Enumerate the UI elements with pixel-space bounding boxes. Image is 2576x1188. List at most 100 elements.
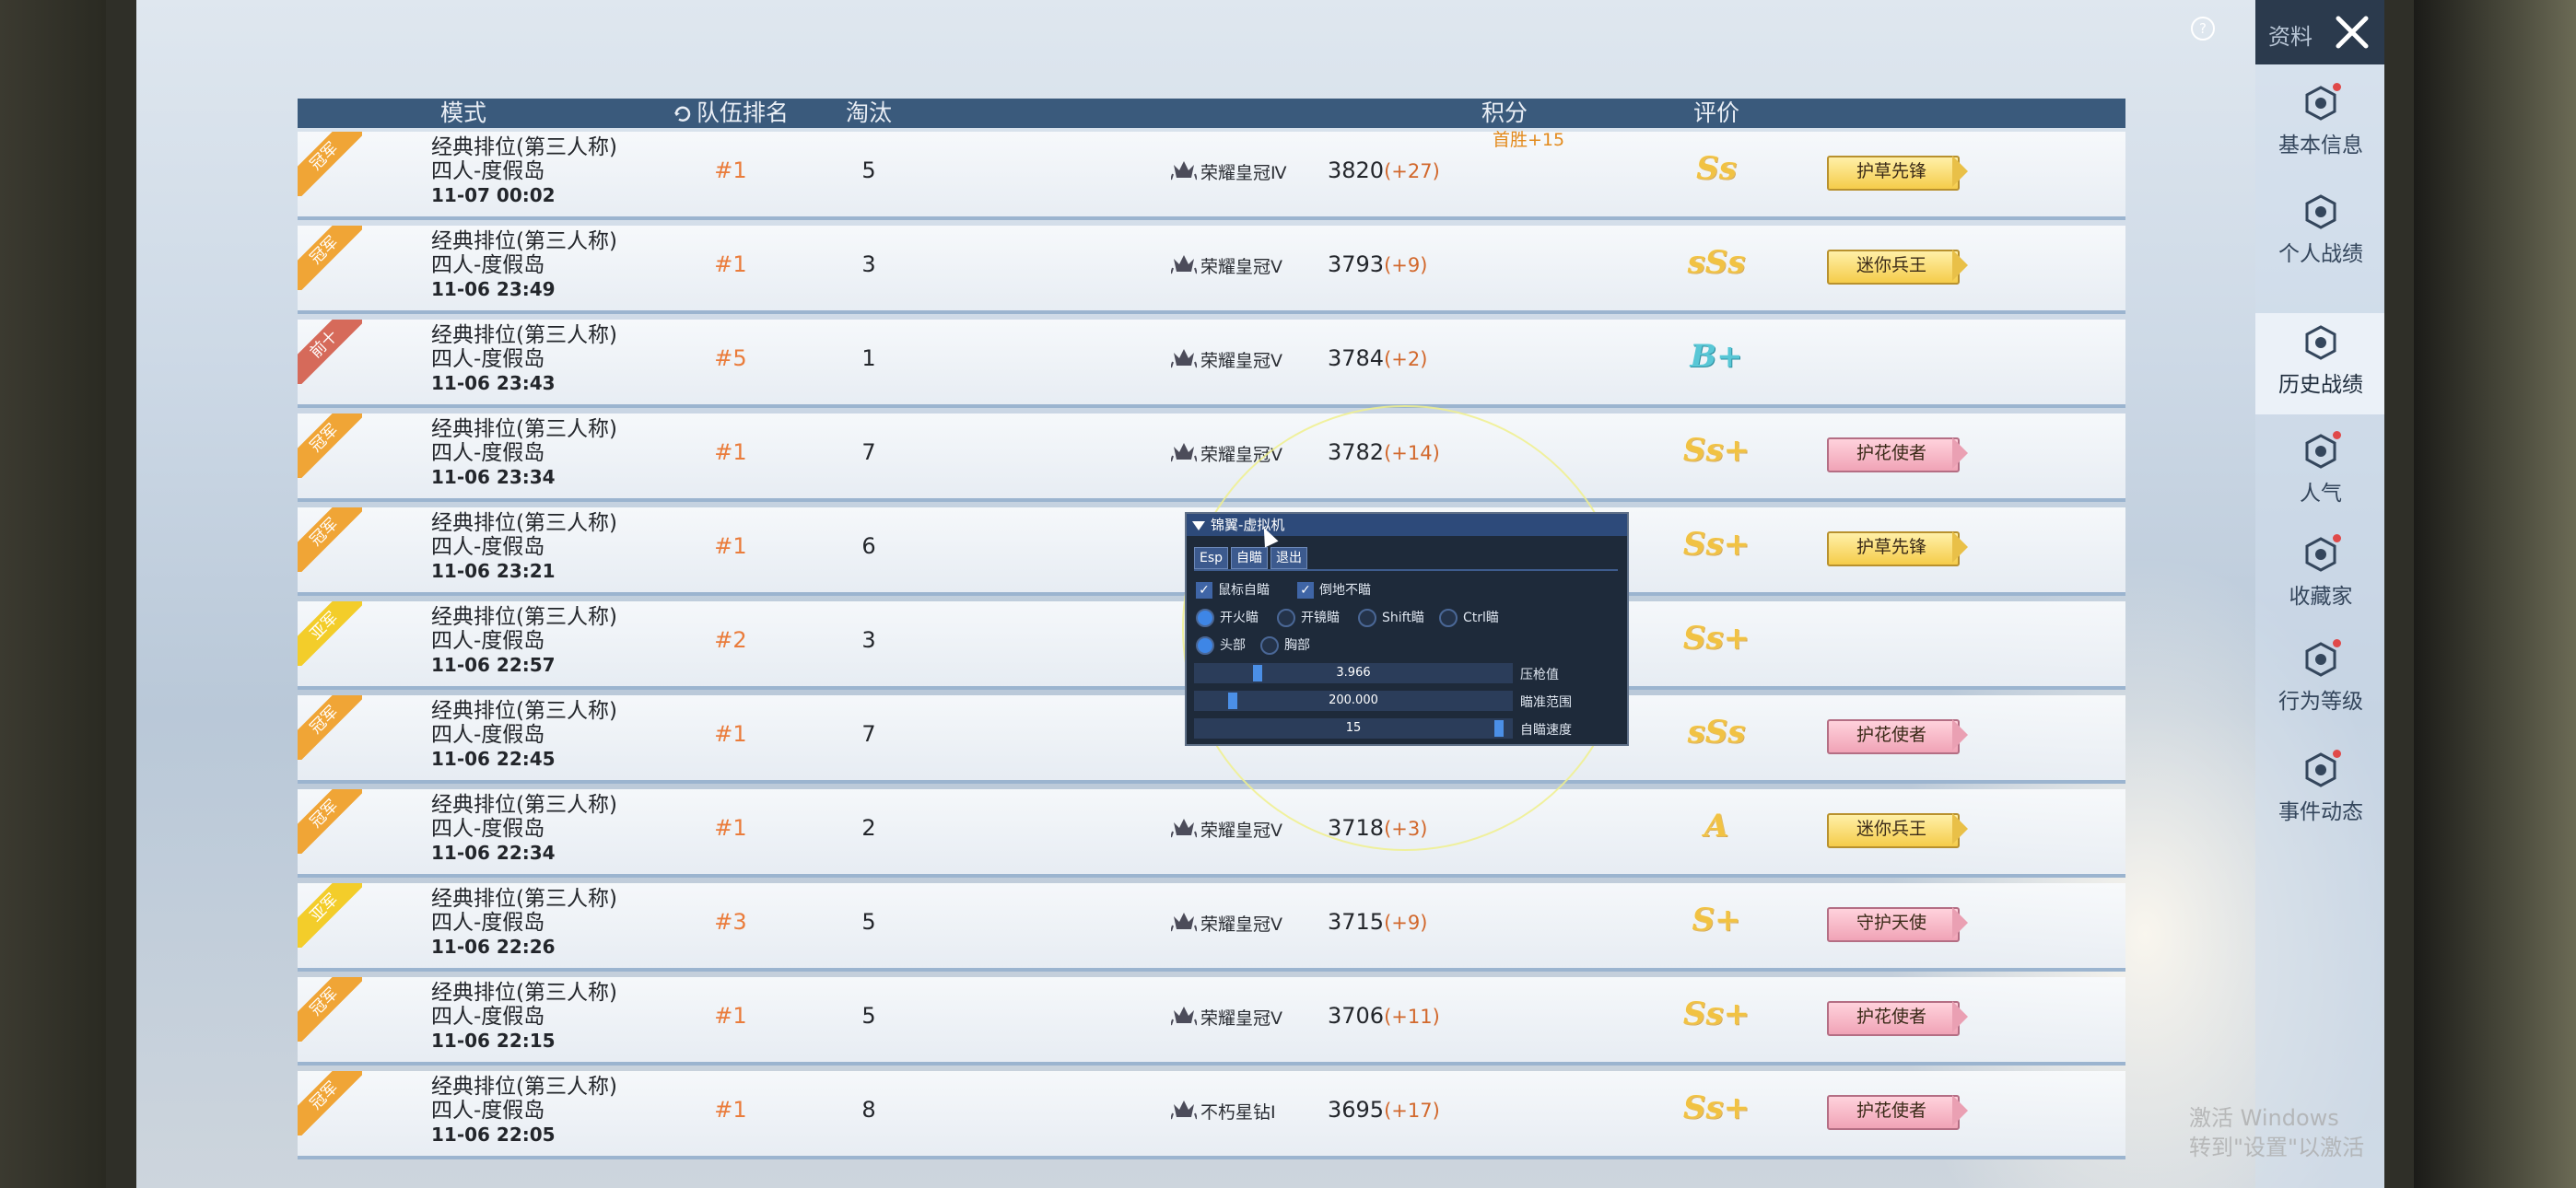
team-rank: #1 — [714, 815, 747, 841]
slider-label: 瞄准范围 — [1520, 695, 1572, 710]
match-mode: 经典排位(第三人称) 四人-度假岛 11-06 22:34 — [431, 793, 617, 865]
badge-label: 护花使者 — [1856, 1101, 1926, 1121]
sidebar-item[interactable]: 历史战绩 — [2255, 313, 2384, 414]
radio-fire-aim[interactable]: 开火瞄 — [1196, 608, 1259, 627]
help-icon[interactable]: ? — [2191, 17, 2215, 41]
notification-dot — [2333, 534, 2341, 542]
match-date: 11-06 23:21 — [431, 560, 556, 582]
table-row[interactable]: 冠军 经典排位(第三人称) 四人-度假岛 11-06 22:05 #1 8 不朽星钻Ⅰ 369… — [298, 1071, 2125, 1159]
team-rank: #1 — [714, 251, 747, 277]
placement-ribbon-label: 冠军 — [298, 1071, 362, 1136]
collapse-triangle-icon[interactable] — [1192, 520, 1205, 530]
table-row[interactable]: 冠军 经典排位(第三人称) 四人-度假岛 11-06 23:49 #1 3 荣耀皇冠Ⅴ 379… — [298, 226, 2125, 314]
checkbox-mouse-aim[interactable]: ✓ 鼠标自瞄 — [1196, 580, 1270, 599]
table-row[interactable]: 冠军 经典排位(第三人称) 四人-度假岛 11-06 22:34 #1 2 荣耀皇冠Ⅴ 371… — [298, 789, 2125, 878]
map-name: 四人-度假岛 — [431, 1099, 545, 1123]
notification-dot — [2333, 431, 2341, 439]
team-rank: #1 — [714, 721, 747, 747]
checkbox-no-downed[interactable]: ✓ 倒地不瞄 — [1297, 580, 1371, 599]
refresh-icon[interactable] — [673, 104, 693, 124]
team-rank: #1 — [714, 439, 747, 465]
tab-esp[interactable]: Esp — [1194, 547, 1229, 569]
kills-count: 5 — [861, 1003, 876, 1029]
mode-name: 经典排位(第三人称) — [431, 793, 617, 817]
score-value: 3715 — [1328, 909, 1385, 935]
honor-badge[interactable]: 护花使者 — [1827, 1001, 1968, 1036]
radio-ctrl-aim[interactable]: Ctrl瞄 — [1439, 608, 1499, 627]
close-icon[interactable] — [2329, 9, 2375, 55]
honor-badge[interactable]: 迷你兵王 — [1827, 250, 1968, 285]
match-date: 11-06 23:49 — [431, 278, 556, 300]
score-value: 3782 — [1328, 439, 1385, 465]
match-date: 11-07 00:02 — [431, 184, 556, 206]
radio-chest-label: 胸部 — [1284, 638, 1310, 653]
popularity-icon — [2302, 431, 2341, 470]
placement-ribbon-label: 冠军 — [298, 132, 362, 196]
overlay-slider[interactable]: 15 — [1194, 718, 1513, 739]
radio-dot — [1260, 636, 1279, 655]
tier-crown-icon — [1171, 161, 1197, 181]
map-name: 四人-度假岛 — [431, 911, 545, 935]
sidebar-item[interactable]: 事件动态 — [2255, 740, 2384, 842]
tab-aim[interactable]: 自瞄 — [1231, 547, 1269, 569]
match-date: 11-06 22:34 — [431, 842, 556, 864]
placement-ribbon-label: 冠军 — [298, 977, 362, 1042]
column-grade: 评价 — [1692, 99, 1739, 126]
collector-icon — [2302, 534, 2341, 573]
column-team-rank[interactable]: 队伍排名 — [638, 99, 823, 128]
radio-dot — [1277, 609, 1295, 627]
mode-name: 经典排位(第三人称) — [431, 887, 617, 911]
radio-scope-aim[interactable]: 开镜瞄 — [1277, 608, 1340, 627]
radio-head[interactable]: 头部 — [1196, 635, 1246, 655]
honor-badge[interactable]: 护草先锋 — [1827, 531, 1968, 566]
score-value: 3820 — [1328, 157, 1385, 183]
sidebar-item[interactable]: 收藏家 — [2255, 525, 2384, 626]
map-name: 四人-度假岛 — [431, 347, 545, 371]
score-value: 3718 — [1328, 815, 1385, 841]
watermark-line-2: 转到"设置"以激活 — [2189, 1135, 2365, 1160]
radio-dot — [1196, 609, 1214, 627]
map-name: 四人-度假岛 — [431, 1005, 545, 1029]
sidebar-item[interactable]: 基本信息 — [2255, 74, 2384, 175]
tier-crown-icon — [1171, 255, 1197, 274]
sidebar-item[interactable]: 行为等级 — [2255, 630, 2384, 731]
tab-exit[interactable]: 退出 — [1270, 547, 1308, 569]
map-name: 四人-度假岛 — [431, 159, 545, 183]
top-bar: 资料 — [2255, 0, 2384, 64]
overlay-slider[interactable]: 3.966 — [1194, 663, 1513, 683]
hexagon-profile-icon — [2302, 83, 2341, 122]
sidebar: 基本信息个人战绩历史战绩 人气 收藏家 行为等级事件动态 — [2255, 64, 2384, 1188]
placement-ribbon: 冠军 — [298, 413, 362, 478]
sidebar-item[interactable]: 个人战绩 — [2255, 182, 2384, 284]
sidebar-item-label: 基本信息 — [2278, 134, 2363, 157]
table-row[interactable]: 冠军 经典排位(第三人称) 四人-度假岛 11-06 23:34 #1 7 荣耀皇冠Ⅴ 378… — [298, 413, 2125, 502]
sidebar-item-label: 事件动态 — [2278, 800, 2363, 824]
tier-crown-icon — [1171, 1007, 1197, 1026]
honor-badge[interactable]: 护草先锋 — [1827, 156, 1968, 191]
tier-name: 荣耀皇冠Ⅴ — [1200, 914, 1282, 935]
honor-badge[interactable]: 护花使者 — [1827, 719, 1968, 754]
team-rank: #5 — [714, 345, 747, 371]
honor-badge[interactable]: 护花使者 — [1827, 437, 1968, 472]
radio-shift-aim[interactable]: Shift瞄 — [1358, 608, 1424, 627]
honor-badge[interactable]: 守护天使 — [1827, 907, 1968, 942]
table-row[interactable]: 冠军 经典排位(第三人称) 四人-度假岛 11-07 00:02 #1 5 荣耀皇冠Ⅳ 382… — [298, 130, 2125, 220]
placement-ribbon-label: 亚军 — [298, 601, 362, 666]
overlay-slider[interactable]: 200.000 — [1194, 691, 1513, 711]
badge-label: 护草先锋 — [1856, 161, 1926, 181]
map-name: 四人-度假岛 — [431, 253, 545, 277]
honor-badge[interactable]: 护花使者 — [1827, 1095, 1968, 1130]
table-row[interactable]: 前十 经典排位(第三人称) 四人-度假岛 11-06 23:43 #5 1 荣耀皇冠Ⅴ 378… — [298, 320, 2125, 408]
checkmark-icon: ✓ — [1297, 582, 1314, 599]
overlay-title-bar[interactable]: 锦翼-虚拟机 — [1187, 514, 1627, 536]
placement-ribbon-label: 亚军 — [298, 883, 362, 948]
cheat-overlay-panel[interactable]: 锦翼-虚拟机 Esp 自瞄 退出 ✓ 鼠标自瞄 ✓ 倒地不瞄 开火瞄 开镜瞄 Shift… — [1185, 512, 1629, 746]
honor-badge[interactable]: 迷你兵王 — [1827, 813, 1968, 848]
team-rank: #1 — [714, 157, 747, 183]
table-row[interactable]: 亚军 经典排位(第三人称) 四人-度假岛 11-06 22:26 #3 5 荣耀皇冠Ⅴ 371… — [298, 883, 2125, 972]
table-row[interactable]: 冠军 经典排位(第三人称) 四人-度假岛 11-06 22:15 #1 5 荣耀皇冠Ⅴ 370… — [298, 977, 2125, 1066]
score-value: 3695 — [1328, 1097, 1385, 1123]
sidebar-item[interactable]: 人气 — [2255, 422, 2384, 523]
badge-label: 护花使者 — [1856, 443, 1926, 463]
radio-chest[interactable]: 胸部 — [1260, 635, 1310, 655]
